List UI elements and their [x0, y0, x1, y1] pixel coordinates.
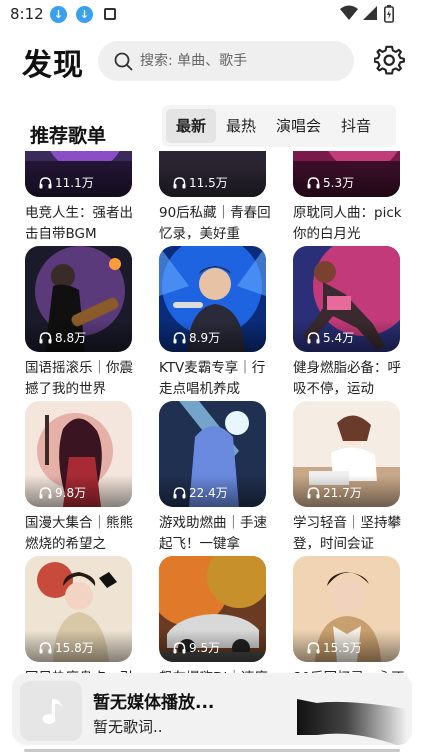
- search-input[interactable]: [140, 41, 345, 81]
- battery-icon: [384, 5, 394, 23]
- page-title: 发现: [22, 48, 84, 83]
- playlist-card[interactable]: 15.5万80后回忆录：永不过时的情怀老: [293, 556, 405, 676]
- play-count-value: 11.5万: [189, 176, 228, 190]
- play-count-value: 8.9万: [189, 331, 221, 345]
- playlist-title: 游戏助燃曲｜手速起飞！一键拿: [159, 515, 267, 552]
- playlist-title: 学习轻音｜坚持攀登，时间会证: [293, 515, 401, 552]
- play-count-value: 11.1万: [55, 176, 94, 190]
- headphones-icon: [39, 331, 52, 343]
- headphones-icon: [39, 176, 52, 188]
- headphones-icon: [307, 331, 320, 343]
- play-count: 9.8万: [39, 484, 86, 501]
- headphones-icon: [307, 176, 320, 188]
- play-count: 22.4万: [173, 484, 228, 501]
- playlist-cover[interactable]: 9.8万: [25, 401, 132, 507]
- play-count: 5.3万: [307, 174, 354, 191]
- section-title: 推荐歌单: [30, 125, 107, 147]
- playlist-card[interactable]: 15.8万国风热度盘点：引领优雅古韵的: [25, 556, 137, 676]
- headphones-icon: [307, 641, 320, 653]
- player-lyric: 暂无歌词..: [93, 718, 163, 736]
- playlist-title: 健身燃脂必备：呼吸不停，运动: [293, 360, 401, 397]
- playlist-card[interactable]: 11.5万 90后私藏｜青春回忆录，美好重: [159, 151, 271, 242]
- playlist-cover[interactable]: 8.8万: [25, 246, 132, 352]
- play-count: 15.5万: [307, 639, 362, 656]
- play-count: 11.5万: [173, 174, 228, 191]
- download-notification-icon: ↓: [76, 6, 93, 23]
- headphones-icon: [307, 486, 320, 498]
- playlist-grid-viewport[interactable]: 11.1万电竞人生：强者出击自带BGM 11.5万 90后私藏｜青春回忆录，美好重 5…: [0, 151, 425, 676]
- player-artwork: [20, 681, 82, 741]
- playlist-card[interactable]: 22.4万游戏助燃曲｜手速起飞！一键拿: [159, 401, 271, 552]
- playlist-card[interactable]: 21.7万学习轻音｜坚持攀登，时间会证: [293, 401, 405, 552]
- headphones-icon: [173, 331, 186, 343]
- tab-concert[interactable]: 演唱会: [266, 109, 331, 143]
- headphones-icon: [173, 641, 186, 653]
- search-box[interactable]: [98, 41, 354, 81]
- playlist-cover[interactable]: 8.9万: [159, 246, 266, 352]
- headphones-icon: [39, 486, 52, 498]
- playlist-title: KTV麦霸专享｜行走点唱机养成: [159, 360, 266, 397]
- play-count: 15.8万: [39, 639, 94, 656]
- status-bar: 8:12 ↓ ↓: [0, 0, 425, 30]
- playlist-title: 90后私藏｜青春回忆录，美好重: [159, 205, 271, 242]
- playlist-card[interactable]: 8.9万 KTV麦霸专享｜行走点唱机养成: [159, 246, 271, 397]
- play-count: 8.9万: [173, 329, 220, 346]
- playlist-title: 电竞人生：强者出击自带BGM: [25, 205, 133, 242]
- signal-icon: [363, 6, 377, 20]
- headphones-icon: [173, 176, 186, 188]
- section-row: 推荐歌单 最新 最热 演唱会 抖音: [0, 105, 425, 151]
- play-count-value: 15.5万: [323, 641, 362, 655]
- playlist-cover[interactable]: 21.7万: [293, 401, 400, 507]
- playlist-cover[interactable]: 5.3万: [293, 151, 400, 197]
- category-tabs: 最新 最热 演唱会 抖音: [162, 105, 396, 147]
- headphones-icon: [39, 641, 52, 653]
- play-count-value: 21.7万: [323, 486, 362, 500]
- playlist-cover[interactable]: 15.8万: [25, 556, 132, 662]
- play-count-value: 15.8万: [55, 641, 94, 655]
- play-count-value: 9.8万: [55, 486, 87, 500]
- play-count: 21.7万: [307, 484, 362, 501]
- screenshot-notification-icon: [104, 8, 116, 20]
- player-title: 暂无媒体播放...: [93, 693, 215, 713]
- playlist-card[interactable]: 5.3万原耽同人曲：pick你的白月光: [293, 151, 405, 242]
- tab-douyin[interactable]: 抖音: [331, 109, 381, 143]
- play-count-value: 22.4万: [189, 486, 228, 500]
- playlist-title: 原耽同人曲：pick你的白月光: [293, 205, 402, 242]
- play-count: 5.4万: [307, 329, 354, 346]
- playlist-cover[interactable]: 9.5万: [159, 556, 266, 662]
- tab-latest[interactable]: 最新: [166, 109, 217, 143]
- play-count: 9.5万: [173, 639, 220, 656]
- playlist-card[interactable]: 9.8万国漫大集合｜熊熊燃烧的希望之: [25, 401, 137, 552]
- play-count-value: 8.8万: [55, 331, 87, 345]
- player-wave-decoration: [297, 699, 407, 745]
- playlist-card[interactable]: 9.5万飙车爆嗨DJ｜速度与激情的碰撞: [159, 556, 271, 676]
- playlist-card[interactable]: 5.4万健身燃脂必备：呼吸不停，运动: [293, 246, 405, 397]
- playlist-card[interactable]: 8.8万国语摇滚乐｜你震撼了我的世界: [25, 246, 137, 397]
- playlist-title: 国语摇滚乐｜你震撼了我的世界: [25, 360, 133, 397]
- status-time: 8:12: [10, 5, 44, 23]
- playlist-cover[interactable]: 11.5万: [159, 151, 266, 197]
- mini-player[interactable]: 暂无媒体播放... 暂无歌词..: [12, 673, 412, 745]
- search-icon: [114, 52, 133, 71]
- home-indicator: [24, 749, 400, 752]
- playlist-title: 国漫大集合｜熊熊燃烧的希望之: [25, 515, 133, 552]
- playlist-cover[interactable]: 5.4万: [293, 246, 400, 352]
- play-count-value: 5.3万: [323, 176, 355, 190]
- playlist-card[interactable]: 11.1万电竞人生：强者出击自带BGM: [25, 151, 137, 242]
- headphones-icon: [173, 486, 186, 498]
- play-count: 11.1万: [39, 174, 94, 191]
- play-count-value: 9.5万: [189, 641, 221, 655]
- play-count-value: 5.4万: [323, 331, 355, 345]
- settings-gear-icon[interactable]: [374, 45, 406, 77]
- play-count: 8.8万: [39, 329, 86, 346]
- wifi-icon: [340, 5, 358, 20]
- tab-hottest[interactable]: 最热: [216, 109, 266, 143]
- playlist-cover[interactable]: 11.1万: [25, 151, 132, 197]
- download-notification-icon: ↓: [50, 6, 67, 23]
- header: 发现: [0, 38, 425, 88]
- music-note-icon: [42, 699, 62, 724]
- playlist-cover[interactable]: 15.5万: [293, 556, 400, 662]
- playlist-cover[interactable]: 22.4万: [159, 401, 266, 507]
